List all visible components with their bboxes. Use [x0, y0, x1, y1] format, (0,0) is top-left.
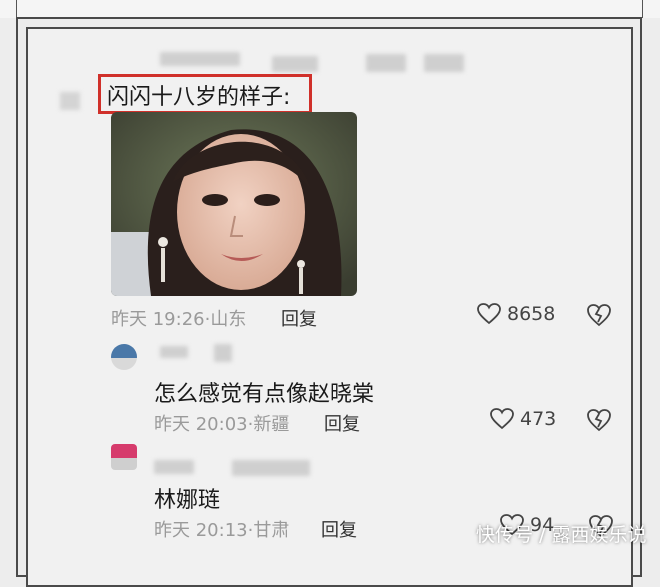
censored-username [154, 460, 194, 474]
heart-icon [477, 303, 501, 325]
censored-avatar [60, 92, 80, 110]
comment-location: 新疆 [253, 414, 290, 435]
censored-username [232, 460, 310, 476]
watermark: 快传号 / 露西娱乐说 [476, 524, 647, 546]
reply-button[interactable]: 回复 [281, 305, 317, 331]
avatar[interactable] [111, 344, 137, 370]
like-count: 473 [520, 408, 557, 430]
reply-text: 林娜琏 [154, 488, 221, 513]
censored-username [214, 344, 232, 362]
main-comment-meta: 昨天 19:26·山东 [111, 309, 247, 330]
top-divider-left [16, 0, 17, 18]
reply-text: 怎么感觉有点像赵晓棠 [154, 382, 375, 407]
comment-location: 甘肃 [253, 520, 290, 541]
reply-button[interactable]: 回复 [321, 516, 357, 542]
reply-meta: 昨天 20:03·新疆 [154, 414, 290, 435]
censored-username [160, 52, 240, 66]
censored-username [160, 346, 188, 358]
like-button[interactable]: 8658 [477, 303, 555, 325]
comment-time: 昨天 20:03 [154, 414, 248, 435]
comment-photo[interactable] [111, 112, 357, 296]
like-button[interactable]: 473 [490, 408, 556, 430]
censored-username [272, 56, 318, 72]
broken-heart-icon[interactable] [586, 408, 612, 432]
comment-location: 山东 [210, 309, 247, 330]
comment-time: 昨天 19:26 [111, 309, 205, 330]
portrait-image [111, 112, 357, 296]
censored-username [366, 54, 406, 72]
like-count: 8658 [507, 303, 556, 325]
main-comment-text: 闪闪十八岁的样子: [107, 85, 291, 110]
heart-icon [490, 408, 514, 430]
top-strip [0, 0, 660, 18]
reply-meta: 昨天 20:13·甘肃 [154, 520, 290, 541]
reply-button[interactable]: 回复 [324, 410, 360, 436]
avatar[interactable] [111, 444, 137, 470]
broken-heart-icon[interactable] [586, 303, 612, 327]
top-divider-right [642, 0, 643, 18]
censored-username [424, 54, 464, 72]
comment-time: 昨天 20:13 [154, 520, 248, 541]
